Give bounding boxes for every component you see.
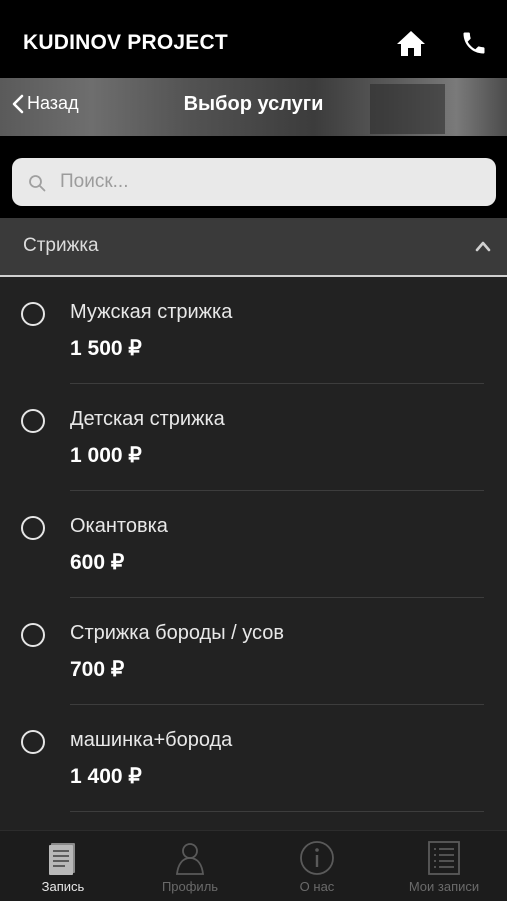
service-item[interactable]: Стрижка бороды / усов 700 ₽	[0, 598, 507, 705]
tab-label: Мои записи	[408, 879, 480, 894]
service-name: машинка+борода	[70, 729, 233, 751]
radio-button[interactable]	[21, 409, 45, 433]
person-icon	[175, 843, 205, 875]
info-icon	[300, 841, 334, 875]
tab-profile[interactable]: Профиль	[127, 831, 253, 901]
service-item[interactable]: Детская стрижка 1 000 ₽	[0, 384, 507, 491]
radio-button[interactable]	[21, 730, 45, 754]
tab-booking[interactable]: Запись	[0, 831, 126, 901]
radio-button[interactable]	[21, 623, 45, 647]
phone-icon[interactable]	[460, 29, 488, 57]
radio-button[interactable]	[21, 516, 45, 540]
tab-my-bookings[interactable]: Мои записи	[381, 831, 507, 901]
service-price: 1 500 ₽	[70, 337, 142, 360]
list-icon	[428, 841, 460, 875]
divider	[70, 811, 484, 812]
home-icon[interactable]	[396, 29, 426, 57]
search-area	[0, 136, 507, 218]
service-item[interactable]: Мужская стрижка 1 500 ₽	[0, 277, 507, 384]
document-icon	[49, 843, 75, 875]
service-price: 1 000 ₽	[70, 444, 142, 467]
tab-label: Профиль	[161, 879, 219, 894]
service-name: Стрижка бороды / усов	[70, 622, 284, 644]
search-icon	[29, 175, 46, 192]
page-title: Выбор услуги	[183, 93, 324, 115]
service-name: Мужская стрижка	[70, 301, 233, 323]
category-header-haircut[interactable]: Стрижка	[0, 218, 507, 277]
tab-label: О нас	[299, 879, 335, 894]
tab-label: Запись	[41, 879, 85, 894]
service-name: Детская стрижка	[70, 408, 225, 430]
top-bar: KUDINOV PROJECT	[0, 0, 507, 78]
radio-button[interactable]	[21, 302, 45, 326]
search-box[interactable]	[12, 158, 496, 206]
bottom-tab-bar: Запись Профиль О нас Мои записи	[0, 830, 507, 901]
chevron-up-icon[interactable]	[475, 240, 491, 252]
service-name: Окантовка	[70, 515, 168, 537]
category-label: Стрижка	[23, 235, 99, 256]
service-list: Мужская стрижка 1 500 ₽ Детская стрижка …	[0, 277, 507, 812]
service-price: 1 400 ₽	[70, 765, 142, 788]
service-price: 600 ₽	[70, 551, 125, 574]
service-item[interactable]: машинка+борода 1 400 ₽	[0, 705, 507, 812]
service-item[interactable]: Окантовка 600 ₽	[0, 491, 507, 598]
service-price: 700 ₽	[70, 658, 125, 681]
search-input[interactable]	[60, 158, 480, 206]
tab-about[interactable]: О нас	[254, 831, 380, 901]
brand-title: KUDINOV PROJECT	[23, 31, 228, 54]
